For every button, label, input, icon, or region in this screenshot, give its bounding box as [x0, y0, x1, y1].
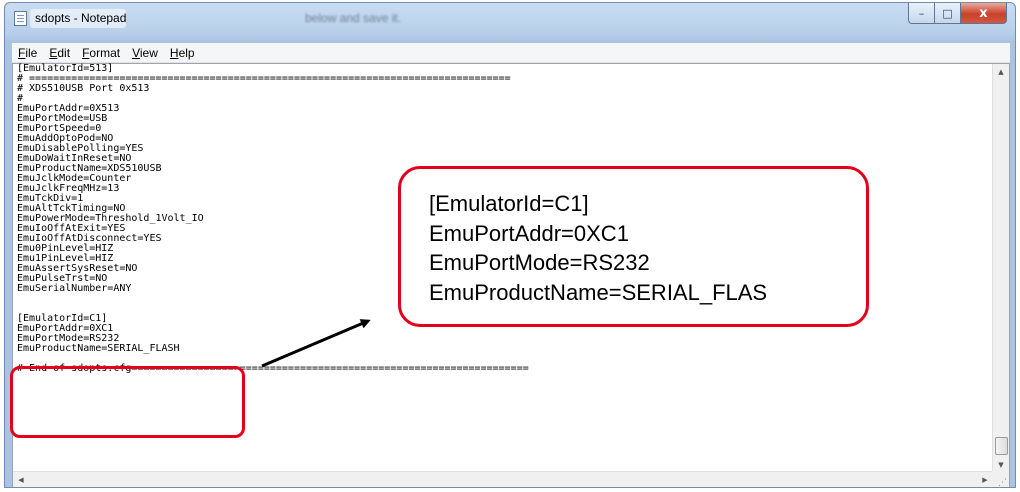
menu-view[interactable]: View: [126, 46, 164, 60]
scroll-left-arrow-icon[interactable]: ◀: [13, 472, 29, 487]
window-title: sdopts - Notepad: [35, 11, 127, 25]
scroll-right-arrow-icon[interactable]: ▶: [977, 472, 993, 487]
maximize-button[interactable]: □: [935, 3, 961, 24]
scroll-up-arrow-icon[interactable]: ▲: [993, 64, 1009, 80]
minimize-button[interactable]: –: [908, 3, 935, 24]
menu-bar: File Edit Format View Help: [12, 43, 1010, 63]
callout-line: EmuPortMode=RS232: [429, 250, 650, 275]
menu-file[interactable]: File: [12, 46, 43, 60]
callout-line: EmuProductName=SERIAL_FLAS: [429, 279, 768, 305]
callout-line: EmuPortAddr=0XC1: [429, 220, 629, 246]
menu-edit[interactable]: Edit: [43, 46, 76, 60]
resize-grip-icon[interactable]: [992, 471, 1009, 487]
background-window-text: below and save it.: [305, 11, 402, 25]
notepad-icon[interactable]: [14, 11, 27, 26]
menu-help[interactable]: Help: [164, 46, 201, 60]
callout-text: [EmulatorId=C1] EmuPortAddr=0XC1 EmuPortMo…: [429, 189, 767, 307]
horizontal-scrollbar[interactable]: ◀ ▶: [13, 471, 993, 487]
window-controls: – □ x: [908, 3, 1007, 25]
vertical-scroll-thumb[interactable]: [995, 437, 1008, 455]
title-bar[interactable]: sdopts - Notepad below and save it. – □ …: [5, 3, 1015, 35]
text-line: EmuProductName=SERIAL_FLASH: [17, 343, 180, 354]
menu-format[interactable]: Format: [76, 46, 126, 60]
callout-box: [EmulatorId=C1] EmuPortAddr=0XC1 EmuPortMo…: [398, 166, 869, 327]
vertical-scrollbar[interactable]: ▲ ▼: [992, 64, 1009, 473]
text-line: # XDS510USB Port 0x513: [17, 83, 150, 94]
callout-line: [EmulatorId=C1]: [429, 191, 589, 216]
close-button[interactable]: x: [961, 3, 1007, 24]
highlight-box-emulator-c1: [10, 366, 245, 438]
